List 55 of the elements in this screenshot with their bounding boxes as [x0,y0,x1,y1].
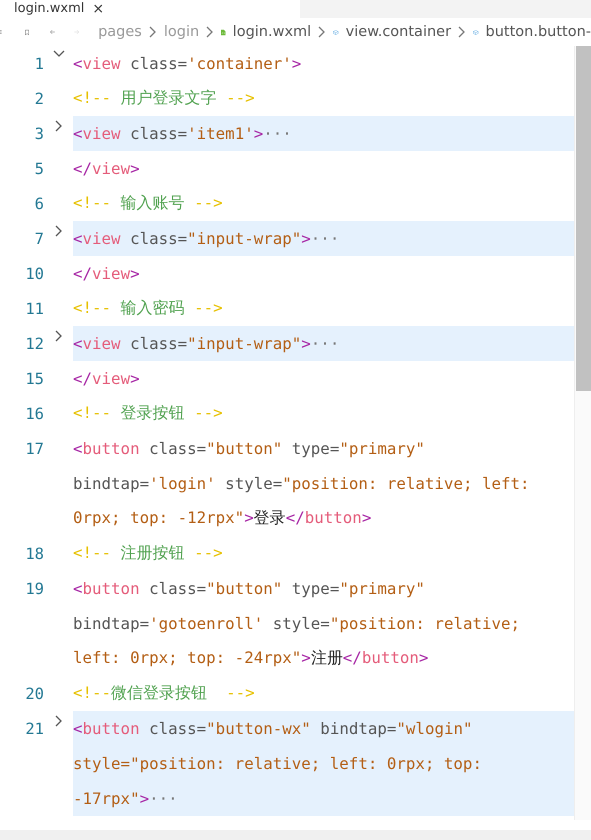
line-number: 6 [34,194,44,212]
chevron-right-icon[interactable] [55,120,63,132]
code-line: <!-- 注册按钮 --> [73,543,223,564]
code-line: </view> [73,159,140,178]
line-number: 20 [24,684,44,702]
code-line: <!--微信登录按钮 --> [73,683,255,704]
chevron-right-icon [318,26,326,38]
code-line: style="position: relative; left: 0rpx; top: [73,754,482,773]
code-line: -17rpx">··· [73,789,178,808]
line-number: 12 [24,334,44,352]
chevron-right-icon[interactable] [55,330,63,342]
code-line: <!-- 登录按钮 --> [73,403,223,424]
chevron-right-icon[interactable] [55,225,63,237]
code-line: <button class="button" type="primary" [73,579,425,598]
code-line: <button class="button" type="primary" [73,439,425,458]
code-line: <view class="input-wrap">··· [73,334,340,353]
line-number: 5 [34,160,44,178]
code-line: <!-- 用户登录文字 --> [73,88,255,109]
code-line: <view class='container'> [73,54,302,73]
code-line: <!-- 输入账号 --> [73,193,223,214]
scrollbar-thumb[interactable] [576,46,591,391]
code-line: bindtap='login' style="position: relative; left: [73,474,530,493]
line-number: 19 [24,580,44,598]
line-number: 11 [24,300,44,318]
line-number: 7 [34,230,44,248]
chevron-right-icon [206,26,214,38]
line-number: 1 [34,54,44,72]
code-line: left: 0rpx; top: -24rpx">注册</button> [73,648,428,669]
breadcrumb-item[interactable]: login.wxml [232,24,312,40]
code-line: <view class='item1'>··· [73,124,292,143]
code-line: 0rpx; top: -12rpx">登录</button> [73,508,372,529]
line-number: 10 [24,264,44,282]
editor-tab[interactable]: login.wxml × [0,0,300,18]
line-number: 17 [24,440,44,458]
breadcrumb-item[interactable]: button.button- [486,24,591,40]
chevron-right-icon [148,26,157,38]
line-number: 16 [24,404,44,422]
code-line: </view> [73,264,140,283]
line-number: 3 [34,124,44,142]
breadcrumb-item[interactable]: view.container [346,24,452,40]
line-number: 21 [24,720,44,738]
code-line: <button class="button-wx" bindtap="wlogin" [73,719,472,738]
line-number: 15 [24,370,44,388]
code-line: bindtap='gotoenroll' style="position: relative; [73,614,520,633]
chevron-right-icon[interactable] [55,715,63,727]
tab-title: login.wxml [14,1,84,17]
line-number: 2 [34,90,44,108]
code-line: <!-- 输入密码 --> [73,298,223,319]
code-line: </view> [73,369,140,388]
line-number: 18 [24,544,44,562]
chevron-right-icon [458,26,466,38]
scrollbar[interactable] [574,46,591,820]
chevron-down-icon[interactable] [53,50,65,58]
code-line: <view class="input-wrap">··· [73,229,340,248]
close-icon[interactable]: × [92,1,104,17]
